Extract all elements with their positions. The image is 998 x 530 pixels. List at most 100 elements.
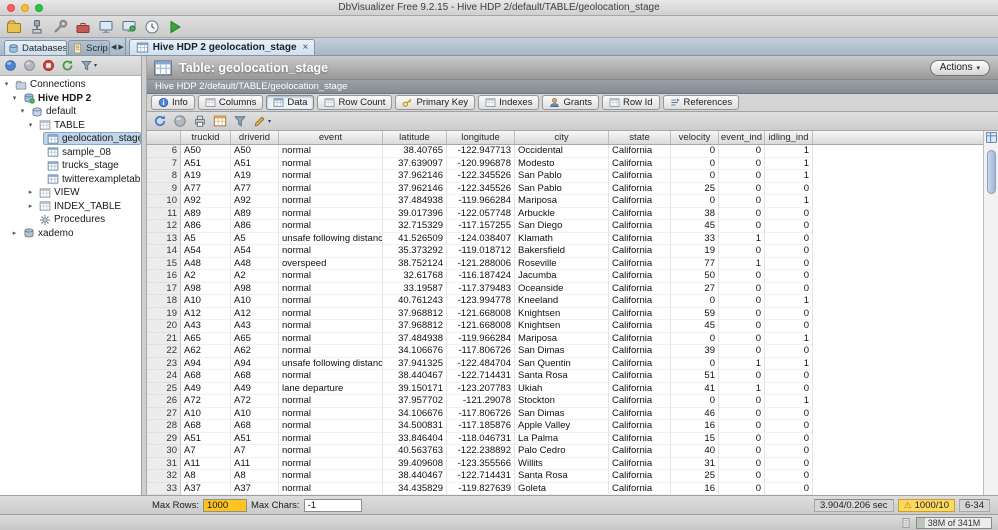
cell-event[interactable]: normal: [279, 395, 383, 408]
column-header-idling_ind[interactable]: idling_ind: [765, 131, 813, 144]
cell-idling_ind[interactable]: 0: [765, 183, 813, 196]
bookmarks-button[interactable]: [4, 18, 24, 36]
cell-event[interactable]: normal: [279, 208, 383, 221]
cell-state[interactable]: California: [609, 458, 671, 471]
cell-latitude[interactable]: 38.440467: [383, 470, 447, 483]
cell-idling_ind[interactable]: 0: [765, 258, 813, 271]
cell-city[interactable]: San Diego: [515, 220, 609, 233]
cell-driverid[interactable]: A86: [231, 220, 279, 233]
cell-velocity[interactable]: 0: [671, 158, 719, 171]
cell-event_ind[interactable]: 0: [719, 183, 765, 196]
cell-longitude[interactable]: -122.345526: [447, 170, 515, 183]
tab-references[interactable]: References: [663, 95, 740, 110]
cell-truckid[interactable]: A68: [181, 370, 231, 383]
cell-event[interactable]: normal: [279, 433, 383, 446]
cell-event[interactable]: normal: [279, 295, 383, 308]
cell-longitude[interactable]: -121.668008: [447, 320, 515, 333]
cell-event[interactable]: normal: [279, 283, 383, 296]
cell-state[interactable]: California: [609, 433, 671, 446]
cell-velocity[interactable]: 45: [671, 220, 719, 233]
cell-city[interactable]: San Pablo: [515, 170, 609, 183]
cell-latitude[interactable]: 38.40765: [383, 145, 447, 158]
zoom-window-button[interactable]: [35, 4, 43, 12]
tab-scroll-right-button[interactable]: ▶: [117, 39, 124, 55]
cell-city[interactable]: Occidental: [515, 145, 609, 158]
cell-event[interactable]: normal: [279, 308, 383, 321]
cell-latitude[interactable]: 37.941325: [383, 358, 447, 371]
expander-collapsed-icon[interactable]: ▸: [26, 200, 35, 213]
cell-truckid[interactable]: A86: [181, 220, 231, 233]
sql-commander-button[interactable]: [165, 18, 185, 36]
cell-state[interactable]: California: [609, 345, 671, 358]
cell-truckid[interactable]: A11: [181, 458, 231, 471]
cell-state[interactable]: California: [609, 320, 671, 333]
tab-data[interactable]: Data: [266, 95, 314, 110]
cell-state[interactable]: California: [609, 408, 671, 421]
refresh-button[interactable]: [59, 58, 76, 73]
cell-truckid[interactable]: A37: [181, 483, 231, 496]
cell-city[interactable]: Willits: [515, 458, 609, 471]
cell-velocity[interactable]: 16: [671, 420, 719, 433]
cell-latitude[interactable]: 37.968812: [383, 320, 447, 333]
cell-driverid[interactable]: A77: [231, 183, 279, 196]
tab-columns[interactable]: Columns: [198, 95, 264, 110]
cell-event_ind[interactable]: 0: [719, 345, 765, 358]
cell-velocity[interactable]: 59: [671, 308, 719, 321]
sidebar-tab-databases[interactable]: Databases: [4, 40, 67, 55]
cell-event_ind[interactable]: 0: [719, 420, 765, 433]
cell-velocity[interactable]: 15: [671, 433, 719, 446]
cell-longitude[interactable]: -120.996878: [447, 158, 515, 171]
cell-truckid[interactable]: A19: [181, 170, 231, 183]
cell-latitude[interactable]: 37.639097: [383, 158, 447, 171]
cell-latitude[interactable]: 33.846404: [383, 433, 447, 446]
cell-event_ind[interactable]: 0: [719, 370, 765, 383]
cell-velocity[interactable]: 46: [671, 408, 719, 421]
cell-velocity[interactable]: 27: [671, 283, 719, 296]
row-number[interactable]: 27: [147, 408, 181, 421]
cell-city[interactable]: Knightsen: [515, 308, 609, 321]
tree-item-table[interactable]: ▾TABLE: [0, 119, 141, 133]
cell-state[interactable]: California: [609, 370, 671, 383]
cell-state[interactable]: California: [609, 283, 671, 296]
cell-event_ind[interactable]: 0: [719, 433, 765, 446]
cell-event_ind[interactable]: 0: [719, 483, 765, 496]
tools-button[interactable]: [73, 18, 93, 36]
row-number[interactable]: 10: [147, 195, 181, 208]
cell-driverid[interactable]: A51: [231, 158, 279, 171]
filter-button[interactable]: ▾: [78, 58, 99, 73]
cell-velocity[interactable]: 0: [671, 358, 719, 371]
cell-velocity[interactable]: 0: [671, 195, 719, 208]
cell-state[interactable]: California: [609, 183, 671, 196]
cell-event_ind[interactable]: 0: [719, 195, 765, 208]
cell-driverid[interactable]: A7: [231, 445, 279, 458]
cell-state[interactable]: California: [609, 383, 671, 396]
cell-velocity[interactable]: 38: [671, 208, 719, 221]
column-header-truckid[interactable]: truckid: [181, 131, 231, 144]
cell-velocity[interactable]: 0: [671, 170, 719, 183]
cell-truckid[interactable]: A92: [181, 195, 231, 208]
print-button[interactable]: [191, 113, 209, 129]
tab-grants[interactable]: Grants: [542, 95, 599, 110]
close-window-button[interactable]: [7, 4, 15, 12]
row-number[interactable]: 19: [147, 308, 181, 321]
cell-city[interactable]: Santa Rosa: [515, 370, 609, 383]
cell-driverid[interactable]: A92: [231, 195, 279, 208]
expander-expanded-icon[interactable]: ▾: [2, 78, 11, 91]
cell-idling_ind[interactable]: 0: [765, 320, 813, 333]
cell-event[interactable]: normal: [279, 445, 383, 458]
tree-item-view[interactable]: ▸VIEW: [0, 186, 141, 200]
cell-latitude[interactable]: 34.435829: [383, 483, 447, 496]
cell-latitude[interactable]: 40.761243: [383, 295, 447, 308]
cell-velocity[interactable]: 0: [671, 145, 719, 158]
cell-event_ind[interactable]: 0: [719, 245, 765, 258]
cell-latitude[interactable]: 38.752124: [383, 258, 447, 271]
cell-city[interactable]: Jacumba: [515, 270, 609, 283]
cell-city[interactable]: La Palma: [515, 433, 609, 446]
tab-indexes[interactable]: Indexes: [478, 95, 539, 110]
cell-driverid[interactable]: A12: [231, 308, 279, 321]
connect-button[interactable]: [2, 58, 19, 73]
cell-driverid[interactable]: A68: [231, 420, 279, 433]
filter-rows-button[interactable]: [231, 113, 249, 129]
cell-driverid[interactable]: A2: [231, 270, 279, 283]
tree-item-default[interactable]: ▾default: [0, 105, 141, 119]
